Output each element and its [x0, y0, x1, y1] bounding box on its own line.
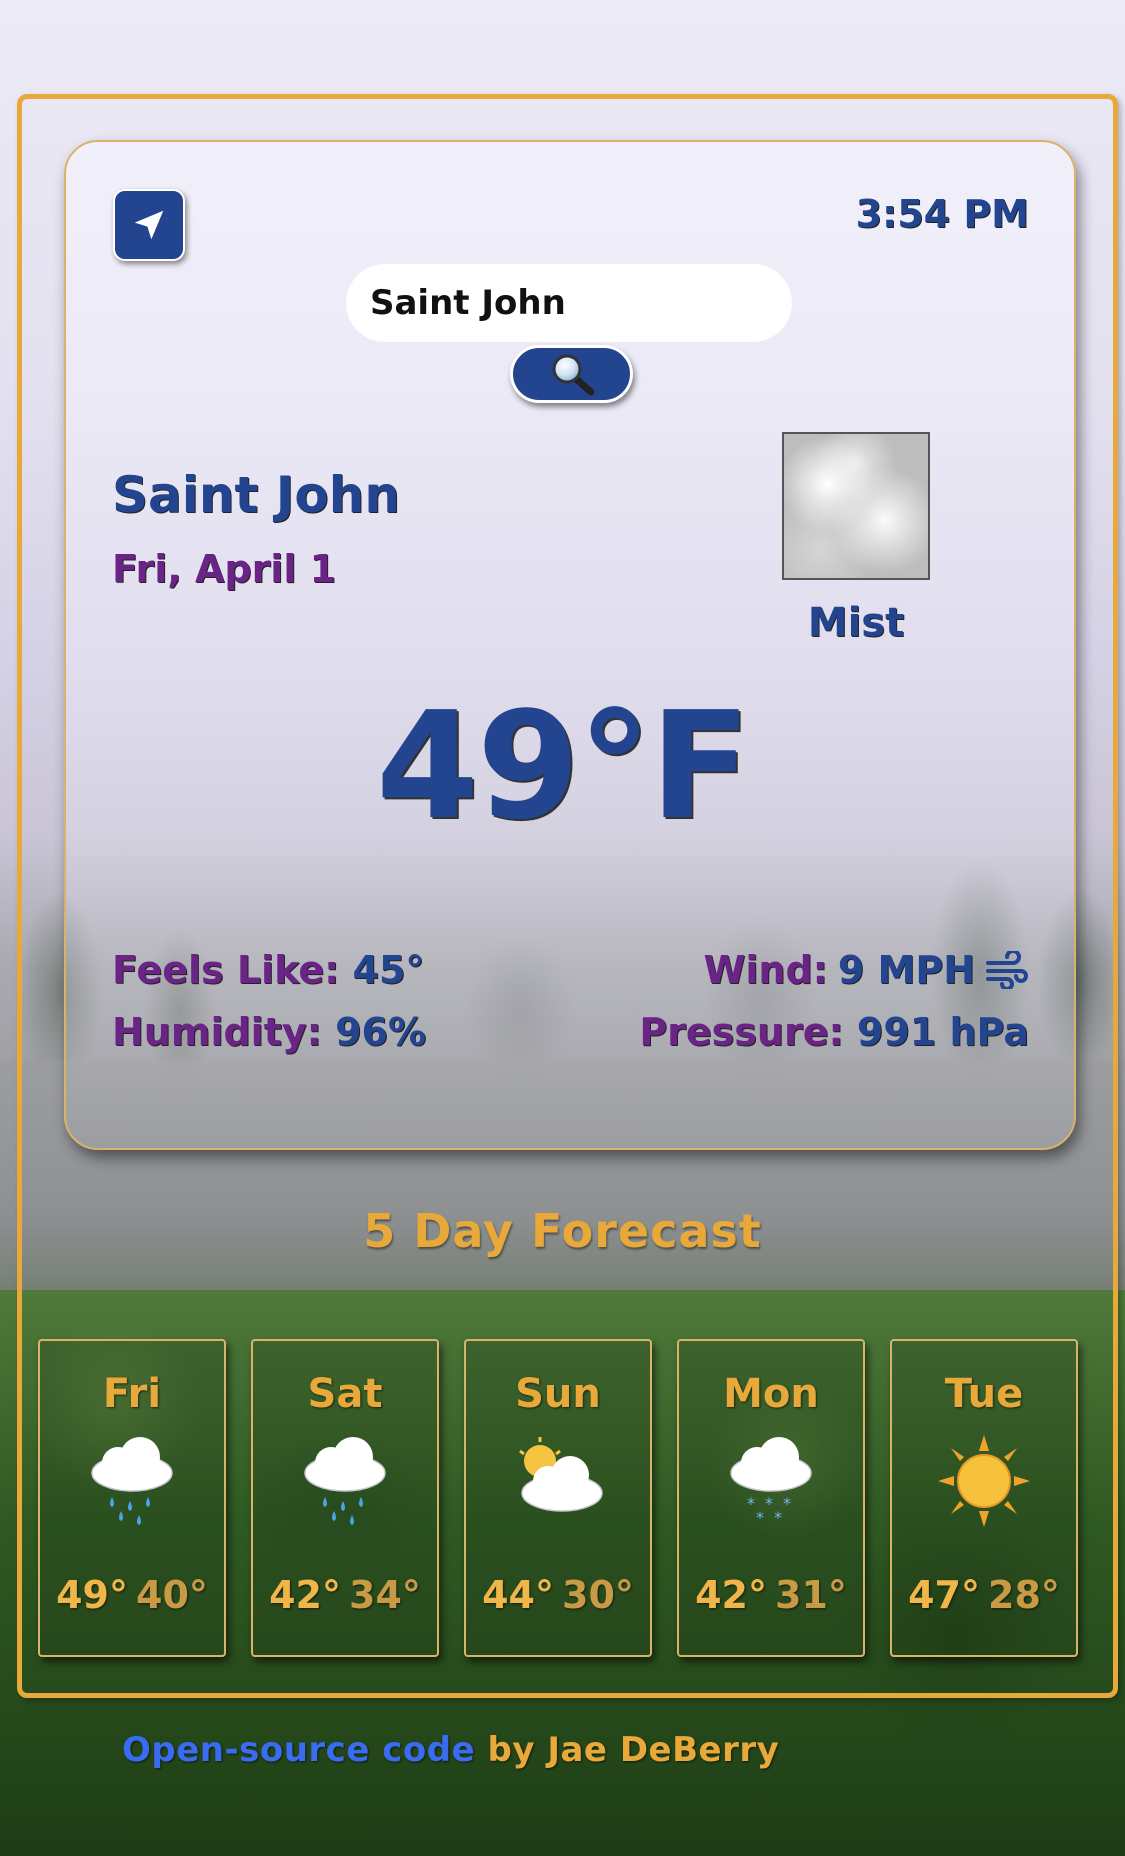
forecast-low: 30° — [562, 1573, 634, 1617]
forecast-low: 40° — [136, 1573, 208, 1617]
current-time: 3:54 PM — [855, 192, 1029, 236]
pressure-label: Pressure: — [639, 1010, 844, 1054]
current-date: Fri, April 1 — [112, 547, 337, 591]
forecast-day-card: Sun 44° 30° — [464, 1339, 652, 1657]
snow-cloud-icon: * * * * * — [730, 1437, 812, 1527]
svg-text:*: * — [747, 1494, 755, 1513]
pressure: Pressure: 991 hPa — [639, 1010, 1029, 1054]
source-code-link[interactable]: Open-source code — [122, 1730, 475, 1770]
feels-like-label: Feels Like: — [112, 948, 340, 992]
forecast-temps: 44° 30° — [466, 1573, 650, 1617]
current-temperature: 49°F — [375, 680, 751, 852]
condition-description: Mist — [807, 600, 905, 646]
search-button[interactable] — [510, 345, 633, 403]
svg-text:*: * — [774, 1508, 782, 1527]
humidity-label: Humidity: — [112, 1010, 322, 1054]
feels-like-value: 45° — [352, 948, 425, 992]
forecast-temps: 42° 34° — [253, 1573, 437, 1617]
forecast-temps: 47° 28° — [892, 1573, 1076, 1617]
forecast-temps: 42° 31° — [679, 1573, 863, 1617]
forecast-day-card: Mon * * * * * 42° 31° — [677, 1339, 865, 1657]
forecast-high: 49° — [56, 1573, 128, 1617]
sun-behind-cloud-icon — [519, 1437, 603, 1512]
forecast-day-card: Fri 49° 40° — [38, 1339, 226, 1657]
wind-icon — [986, 951, 1028, 989]
navigation-arrow-icon — [134, 210, 164, 240]
forecast-day-name: Sat — [307, 1371, 383, 1417]
svg-text:*: * — [783, 1494, 791, 1513]
forecast-low: 31° — [775, 1573, 847, 1617]
wind: Wind: 9 MPH — [703, 948, 1029, 992]
author-credit: by Jae DeBerry — [475, 1730, 780, 1770]
rain-cloud-icon — [91, 1437, 173, 1525]
current-location-button[interactable] — [113, 189, 185, 261]
city-search-input[interactable] — [346, 264, 792, 342]
forecast-high: 42° — [269, 1573, 341, 1617]
forecast-day-name: Sun — [515, 1371, 601, 1417]
humidity: Humidity: 96% — [112, 1010, 426, 1054]
forecast-day-card: Tue 47° 28° — [890, 1339, 1078, 1657]
feels-like: Feels Like: 45° — [112, 948, 424, 992]
forecast-day-card: Sat 42° 34° — [251, 1339, 439, 1657]
forecast-title: 5 Day Forecast — [363, 1204, 762, 1258]
forecast-day-name: Fri — [102, 1371, 162, 1417]
forecast-day-name: Mon — [723, 1371, 819, 1417]
rain-cloud-icon — [304, 1437, 386, 1525]
magnifier-icon — [552, 354, 594, 396]
forecast-high: 42° — [695, 1573, 767, 1617]
forecast-high: 47° — [908, 1573, 980, 1617]
svg-text:*: * — [765, 1494, 773, 1513]
wind-label: Wind: — [703, 948, 828, 992]
forecast-list: Fri 49° 40° Sat 42° 34° Sun 44° 30° Mon … — [38, 1339, 1082, 1657]
humidity-value: 96% — [335, 1010, 427, 1054]
pressure-value: 991 hPa — [856, 1010, 1029, 1054]
city-name: Saint John — [112, 466, 400, 524]
forecast-low: 28° — [988, 1573, 1060, 1617]
svg-text:*: * — [756, 1508, 764, 1527]
footer-credit: Open-source code by Jae DeBerry — [122, 1730, 779, 1770]
wind-value: 9 MPH — [837, 948, 975, 992]
mist-icon — [782, 432, 930, 580]
forecast-temps: 49° 40° — [40, 1573, 224, 1617]
forecast-day-name: Tue — [944, 1371, 1024, 1417]
forecast-low: 34° — [349, 1573, 421, 1617]
sun-icon — [938, 1435, 1030, 1527]
forecast-high: 44° — [482, 1573, 554, 1617]
